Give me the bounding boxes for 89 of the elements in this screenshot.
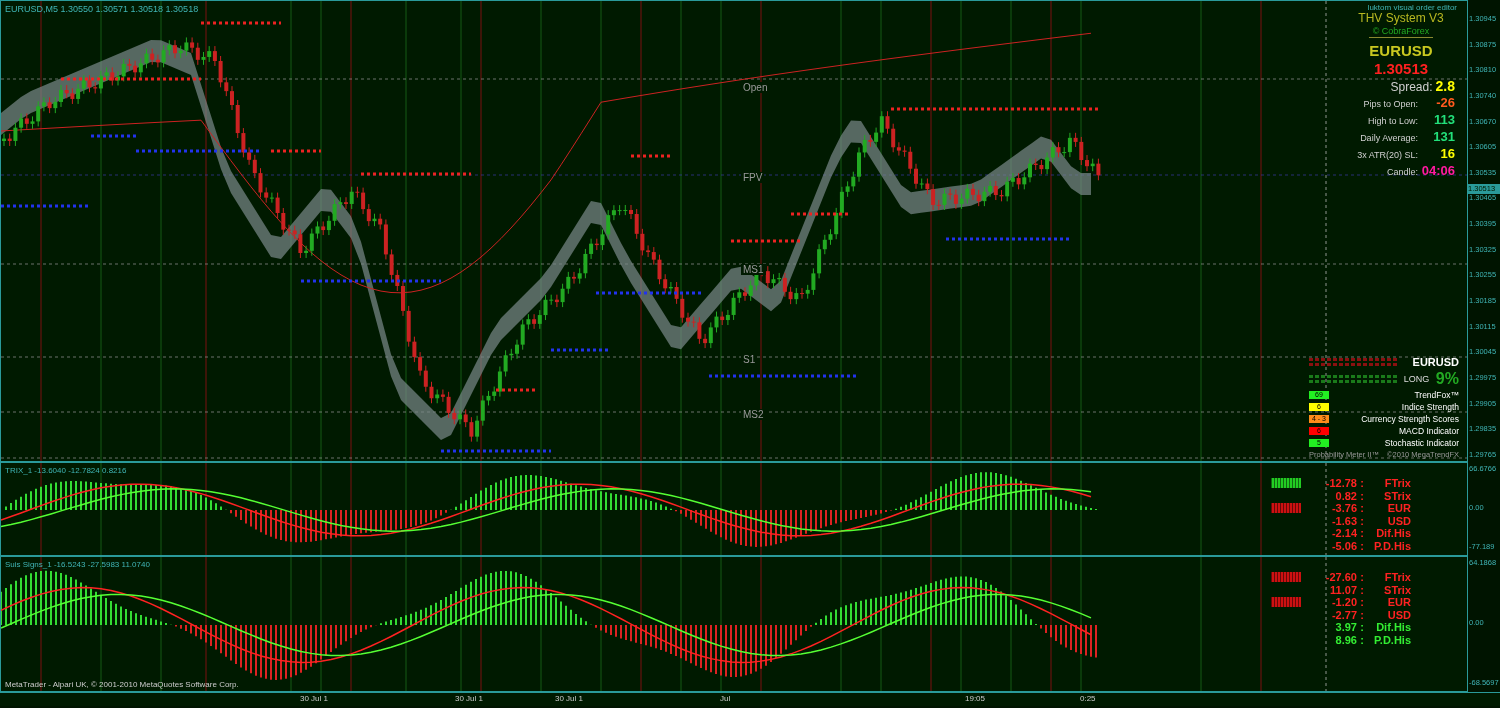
level-label: MS1 (741, 264, 766, 276)
readout-separator: : (1359, 539, 1365, 552)
readout-label: FTrix (1383, 571, 1411, 584)
meter-symbol: EURUSD (1412, 356, 1459, 368)
indicator-title: TRIX_1 -13.6040 -12.7824 0.8216 (5, 466, 127, 475)
level-label: MS2 (741, 409, 766, 420)
stat-value: 04:06 (1421, 163, 1455, 178)
level-label: FPV (741, 172, 765, 184)
meter-dots-icon (1309, 374, 1397, 384)
readout-label: EUR (1386, 502, 1411, 515)
readout-value: -1.20 (1330, 596, 1357, 609)
readout-value: -1.63 (1330, 514, 1357, 527)
dotted-level-line (631, 154, 671, 158)
readout-separator: : (1359, 571, 1365, 584)
symbol-text: EURUSD (1369, 42, 1433, 59)
stat-value: -26 (1435, 95, 1455, 110)
stat-label: Candle: (1386, 167, 1418, 177)
readout-separator: : (1359, 489, 1365, 502)
readout-value: -3.76 (1330, 502, 1357, 515)
time-axis-label: 19:05 (965, 694, 986, 703)
readout-separator: : (1359, 596, 1365, 609)
readout-value: 0.82 (1334, 489, 1357, 502)
indicator-label: TrendFox™ (1414, 390, 1459, 400)
indicator-label: MACD Indicator (1399, 426, 1459, 436)
system-title: THV System V3 (1358, 11, 1444, 25)
readout-value: -2.77 (1330, 608, 1357, 621)
readout-separator: : (1359, 477, 1365, 490)
readout-separator: : (1359, 502, 1365, 515)
readout-value: -27.60 (1324, 571, 1357, 584)
order-editor-label: luktom visual order editor (1367, 3, 1457, 12)
stat-label: High to Low: (1367, 116, 1418, 126)
readout-separator: : (1359, 514, 1365, 527)
readout-separator: : (1359, 621, 1365, 634)
stat-label: Spread: (1390, 80, 1433, 94)
stat-value: 2.8 (1435, 78, 1455, 94)
readout-value: 11.07 (1329, 583, 1357, 596)
readout-value: 8.96 (1334, 633, 1357, 646)
credit-text: © CobraForex (1368, 26, 1434, 38)
level-label: Open (741, 82, 770, 94)
histogram-swatch-icon (1271, 572, 1301, 583)
histogram-swatch-icon (1271, 503, 1301, 514)
readout-label: Dif.His (1375, 527, 1411, 540)
histogram-swatch-icon (1271, 597, 1301, 608)
meter-dots-icon (1309, 357, 1397, 367)
indicator-label: Indice Strength (1401, 402, 1459, 412)
readout-label: P.D.His (1372, 539, 1411, 552)
readout-label: STrix (1383, 583, 1411, 596)
dotted-level-line (791, 212, 851, 216)
dotted-level-line (91, 134, 136, 138)
time-axis-label: 30 Jul 1 (555, 694, 584, 703)
direction-text: LONG (1403, 374, 1430, 384)
readout-label: STrix (1383, 489, 1411, 502)
readout-label: USD (1386, 514, 1411, 527)
stat-label: Daily Average: (1360, 133, 1418, 143)
readout-value: -5.06 (1330, 539, 1357, 552)
histogram-swatch-icon (1271, 478, 1301, 489)
readout-value: -2.14 (1330, 527, 1357, 540)
readout-label: FTrix (1383, 477, 1411, 490)
time-axis-label: 30 Jul 1 (300, 694, 329, 703)
readout-separator: : (1359, 608, 1365, 621)
level-label: S1 (741, 353, 758, 365)
indicator-title: Suis Signs_1 -16.5243 -27.5983 11.0740 (5, 560, 150, 569)
chart-title: EURUSD,M5 1.30550 1.30571 1.30518 1.30518 (5, 4, 199, 14)
stat-value: 113 (1433, 112, 1455, 127)
stat-label: Pips to Open: (1363, 99, 1418, 109)
readout-separator: : (1359, 527, 1365, 540)
percent-text: 9% (1435, 370, 1459, 388)
copyright-text: MetaTrader - Alpari UK, © 2001-2010 MetaQuotes Software Corp. (5, 680, 239, 689)
dotted-level-line (496, 388, 536, 392)
dotted-level-line (551, 348, 611, 352)
time-axis-label: 30 Jul 1 (455, 694, 484, 703)
indicator-label: Currency Strength Scores (1361, 414, 1459, 424)
readout-label: P.D.His (1372, 633, 1411, 646)
indicator-label: Stochastic Indicator (1384, 438, 1459, 448)
stat-value: 16 (1439, 146, 1455, 161)
readout-label: EUR (1386, 596, 1411, 609)
readout-value: -12.78 (1324, 477, 1357, 490)
readout-label: USD (1386, 608, 1411, 621)
readout-separator: : (1359, 633, 1365, 646)
stat-value: 131 (1432, 129, 1455, 144)
price-text: 1.30513 (1373, 60, 1429, 77)
stat-label: 3x ATR(20) SL: (1357, 150, 1418, 160)
time-axis-label: 0:25 (1080, 694, 1096, 703)
readout-separator: : (1359, 583, 1365, 596)
time-axis-label: Jul (720, 694, 731, 703)
dotted-level-line (271, 149, 321, 153)
readout-value: 3.97 (1334, 621, 1357, 634)
readout-label: Dif.His (1375, 621, 1411, 634)
dotted-level-line (731, 239, 801, 243)
